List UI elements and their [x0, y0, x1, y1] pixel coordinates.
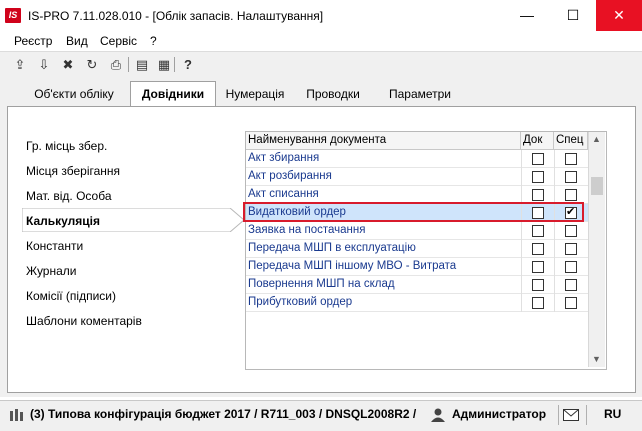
- scroll-up-icon[interactable]: ▲: [592, 134, 601, 144]
- document-name: Акт списання: [248, 188, 319, 200]
- tab-postings[interactable]: Проводки: [300, 83, 366, 105]
- document-icon[interactable]: ▤: [132, 55, 152, 74]
- document-name: Заявка на постачання: [248, 224, 366, 236]
- highlight-annotation: [243, 202, 584, 222]
- toolbar-separator: [128, 57, 129, 72]
- scroll-down-icon[interactable]: ▼: [592, 354, 601, 364]
- spec-checkbox[interactable]: [565, 243, 577, 255]
- help-icon[interactable]: ?: [178, 55, 198, 74]
- print-icon[interactable]: ⎙: [106, 55, 126, 74]
- column-divider: [521, 222, 522, 240]
- column-divider: [521, 258, 522, 276]
- column-header-name[interactable]: Найменування документа: [246, 132, 521, 149]
- document-name: Передача МШП в експлуатацію: [248, 242, 416, 254]
- app-logo-icon: IS: [5, 8, 21, 23]
- column-divider: [554, 240, 555, 258]
- toolbar: ⇪ ⇩ ✖ ↻ ⎙ ▤ ▦ ?: [0, 51, 642, 78]
- spec-checkbox[interactable]: [565, 225, 577, 237]
- left-item-constants[interactable]: Константи: [26, 239, 83, 253]
- table-row[interactable]: Заявка на постачання: [246, 222, 588, 240]
- settings-icon[interactable]: ▦: [154, 55, 174, 74]
- left-item-journals[interactable]: Журнали: [26, 264, 77, 278]
- column-divider: [554, 294, 555, 312]
- status-user: Администратор: [452, 407, 547, 421]
- column-divider: [521, 150, 522, 168]
- table-row[interactable]: Акт збирання: [246, 150, 588, 168]
- column-divider: [521, 276, 522, 294]
- maximize-button[interactable]: ☐: [550, 0, 596, 31]
- close-button[interactable]: ✕: [596, 0, 642, 31]
- spec-checkbox[interactable]: [565, 297, 577, 309]
- table-row[interactable]: Акт розбирання: [246, 168, 588, 186]
- column-header-spec[interactable]: Спец: [554, 132, 588, 149]
- column-divider: [554, 258, 555, 276]
- column-divider: [554, 168, 555, 186]
- toolbar-separator: [174, 57, 175, 72]
- dok-checkbox[interactable]: [532, 297, 544, 309]
- menu-item-registry[interactable]: Реєстр: [14, 34, 52, 48]
- left-item-comment-templates[interactable]: Шаблони коментарів: [26, 314, 142, 328]
- database-icon: [10, 409, 23, 421]
- menu-bar: Реєстр Вид Сервіс ?: [0, 31, 642, 51]
- dok-checkbox[interactable]: [532, 243, 544, 255]
- spec-checkbox[interactable]: [565, 171, 577, 183]
- delete-icon[interactable]: ✖: [58, 55, 78, 74]
- left-item-commissions[interactable]: Комісії (підписи): [26, 289, 116, 303]
- spec-checkbox[interactable]: [565, 261, 577, 273]
- spec-checkbox[interactable]: [565, 279, 577, 291]
- dok-checkbox[interactable]: [532, 153, 544, 165]
- column-divider: [521, 240, 522, 258]
- tab-numbering[interactable]: Нумерація: [220, 83, 290, 105]
- scroll-thumb[interactable]: [591, 177, 603, 195]
- document-name: Акт розбирання: [248, 170, 332, 182]
- spec-checkbox[interactable]: [565, 153, 577, 165]
- grid-header: Найменування документа Док Спец: [246, 132, 588, 150]
- table-row[interactable]: Повернення МШП на склад: [246, 276, 588, 294]
- title-bar: IS IS-PRO 7.11.028.010 - [Облік запасів.…: [0, 0, 642, 32]
- import-icon[interactable]: ⇩: [34, 55, 54, 74]
- tab-directories[interactable]: Довідники: [130, 81, 216, 107]
- left-item-calculation[interactable]: Калькуляція: [26, 214, 100, 228]
- document-name: Повернення МШП на склад: [248, 278, 395, 290]
- status-separator: [558, 405, 559, 425]
- document-name: Прибутковий ордер: [248, 296, 353, 308]
- dok-checkbox[interactable]: [532, 261, 544, 273]
- menu-item-service[interactable]: Сервіс: [100, 34, 137, 48]
- column-divider: [521, 168, 522, 186]
- menu-item-help[interactable]: ?: [150, 34, 157, 48]
- left-item-storage-places[interactable]: Місця зберігання: [26, 164, 120, 178]
- column-divider: [554, 222, 555, 240]
- table-row[interactable]: Передача МШП іншому МВО - Витрата: [246, 258, 588, 276]
- mail-icon[interactable]: [563, 409, 579, 421]
- column-divider: [554, 150, 555, 168]
- window-title: IS-PRO 7.11.028.010 - [Облік запасів. На…: [28, 9, 324, 23]
- column-divider: [554, 276, 555, 294]
- tab-accounting-objects[interactable]: Об'єкти обліку: [22, 83, 126, 105]
- status-separator: [586, 405, 587, 425]
- menu-item-view[interactable]: Вид: [66, 34, 88, 48]
- left-item-responsible-person[interactable]: Мат. від. Особа: [26, 189, 112, 203]
- vertical-scrollbar[interactable]: ▲ ▼: [588, 132, 605, 367]
- column-divider: [521, 294, 522, 312]
- dok-checkbox[interactable]: [532, 225, 544, 237]
- dok-checkbox[interactable]: [532, 171, 544, 183]
- document-name: Передача МШП іншому МВО - Витрата: [248, 260, 457, 272]
- status-configuration: (3) Типова конфігурація бюджет 2017 / R7…: [30, 407, 417, 421]
- document-name: Акт збирання: [248, 152, 320, 164]
- tab-parameters[interactable]: Параметри: [380, 83, 460, 105]
- table-row[interactable]: Передача МШП в експлуатацію: [246, 240, 588, 258]
- status-bar: (3) Типова конфігурація бюджет 2017 / R7…: [0, 400, 642, 431]
- user-icon: [431, 408, 445, 422]
- spec-checkbox[interactable]: [565, 189, 577, 201]
- refresh-icon[interactable]: ↻: [82, 55, 102, 74]
- left-item-storage-groups[interactable]: Гр. місць збер.: [26, 139, 107, 153]
- column-header-dok[interactable]: Док: [521, 132, 554, 149]
- minimize-button[interactable]: —: [504, 0, 550, 31]
- table-row[interactable]: Прибутковий ордер: [246, 294, 588, 312]
- export-icon[interactable]: ⇪: [10, 55, 30, 74]
- status-language[interactable]: RU: [604, 407, 621, 421]
- dok-checkbox[interactable]: [532, 189, 544, 201]
- dok-checkbox[interactable]: [532, 279, 544, 291]
